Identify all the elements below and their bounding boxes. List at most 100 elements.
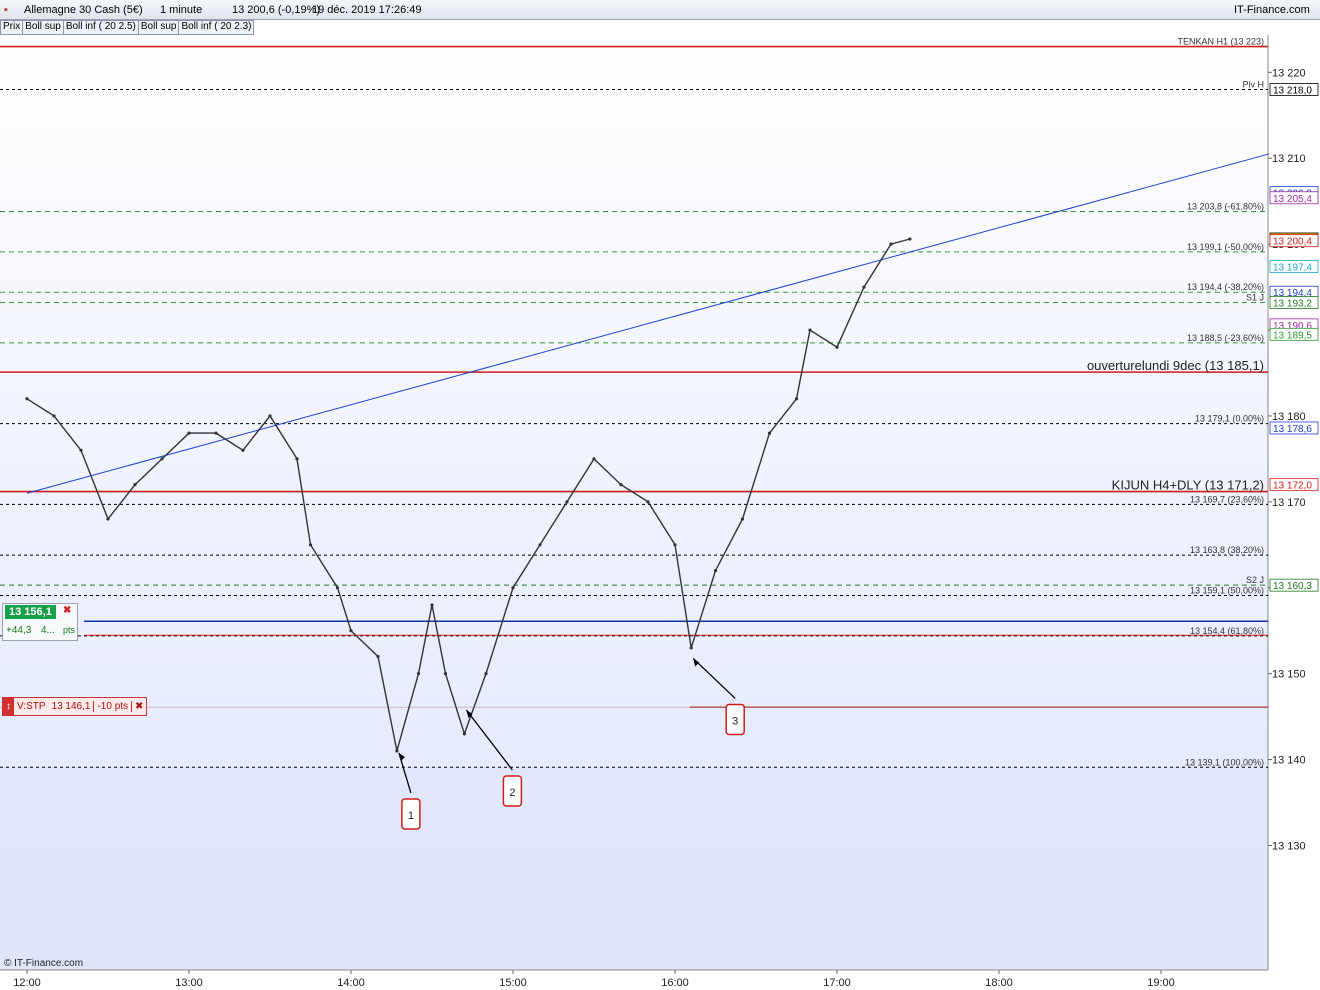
price-point bbox=[430, 603, 434, 607]
footer-copyright: © IT-Finance.com bbox=[4, 958, 84, 969]
brand-label: IT-Finance.com bbox=[1234, 4, 1310, 16]
level-label: 13 179,1 (0,00%) bbox=[1195, 414, 1264, 424]
price-point bbox=[646, 500, 650, 504]
close-position-icon[interactable]: ✖ bbox=[63, 605, 71, 616]
indicator-tab[interactable]: Boll inf ( 20 2.3) bbox=[178, 20, 255, 35]
price-point bbox=[268, 414, 272, 418]
price-point bbox=[335, 586, 340, 590]
x-tick-label: 16:00 bbox=[661, 977, 689, 989]
price-point bbox=[106, 517, 110, 521]
price-tag-label: 13 189,5 bbox=[1273, 330, 1312, 341]
price-point bbox=[376, 654, 380, 659]
lower-zone bbox=[0, 767, 1268, 970]
level-label: 13 163,8 (38,20%) bbox=[1190, 545, 1264, 555]
x-tick-label: 12:00 bbox=[13, 977, 41, 989]
price-point bbox=[511, 586, 515, 590]
price-point bbox=[79, 448, 83, 452]
price-point bbox=[538, 543, 542, 547]
price-point bbox=[740, 517, 745, 521]
price-point bbox=[767, 431, 772, 435]
price-tag-label: 13 205,4 bbox=[1273, 194, 1312, 205]
price-point bbox=[133, 483, 137, 487]
y-tick-label: 13 170 bbox=[1272, 497, 1306, 509]
price-point bbox=[565, 500, 569, 504]
price-point bbox=[592, 457, 596, 461]
price-tag-label: 13 197,4 bbox=[1273, 262, 1312, 273]
level-label: S1 J bbox=[1246, 293, 1264, 303]
y-tick-label: 13 180 bbox=[1272, 411, 1306, 423]
price-point bbox=[862, 285, 866, 289]
price-point bbox=[908, 237, 912, 241]
level-label: KIJUN H4+DLY (13 171,2) bbox=[1112, 478, 1264, 493]
indicator-bar: Prix Boll sup Boll inf ( 20 2.5) Boll su… bbox=[0, 20, 255, 35]
price-point bbox=[25, 397, 29, 401]
drag-handle-icon[interactable]: ↕ bbox=[3, 698, 14, 715]
price-point bbox=[619, 483, 623, 487]
price-point bbox=[214, 431, 218, 435]
x-tick-label: 19:00 bbox=[1147, 977, 1175, 989]
stop-price: 13 146,1 bbox=[51, 701, 91, 712]
price-point bbox=[673, 543, 677, 547]
price-point bbox=[416, 672, 421, 676]
stop-label: V:STP bbox=[17, 701, 46, 712]
price-point bbox=[835, 345, 839, 349]
price-tag-label: 13 200,4 bbox=[1273, 237, 1312, 248]
y-tick-label: 13 130 bbox=[1272, 840, 1306, 852]
level-label: S2 J bbox=[1246, 575, 1264, 585]
price-point bbox=[395, 749, 399, 753]
price-point bbox=[308, 543, 313, 547]
position-unit: pts bbox=[63, 625, 76, 635]
price-point bbox=[160, 457, 164, 461]
level-label: ouverturelundi 9dec (13 185,1) bbox=[1087, 358, 1264, 373]
indicator-tab[interactable]: Boll sup bbox=[22, 20, 64, 35]
x-tick-label: 13:00 bbox=[175, 977, 203, 989]
indicator-tab[interactable]: Boll inf ( 20 2.5) bbox=[62, 20, 139, 35]
last-quote: 13 200,6 (-0,19%) bbox=[232, 4, 321, 16]
price-point bbox=[349, 629, 353, 633]
price-point bbox=[443, 672, 448, 676]
stop-distance: -10 pts bbox=[93, 701, 131, 712]
position-gain: +44,3 bbox=[6, 625, 32, 636]
price-point bbox=[484, 672, 488, 676]
price-point bbox=[794, 397, 799, 401]
indicator-tab[interactable]: Prix bbox=[0, 20, 24, 35]
level-label: 13 188,5 (-23,60%) bbox=[1187, 333, 1264, 343]
quote-datetime: 19 déc. 2019 17:26:49 bbox=[312, 4, 422, 16]
price-tag-label: 13 218,0 bbox=[1273, 86, 1312, 97]
price-tag-label: 13 178,6 bbox=[1273, 424, 1312, 435]
app-icon: ▪ bbox=[4, 4, 8, 16]
position-panel[interactable]: 13 156,1 ✖ +44,3 4... pts bbox=[2, 603, 78, 641]
price-point bbox=[52, 414, 56, 418]
price-point bbox=[808, 328, 812, 332]
close-stop-icon[interactable]: ✖ bbox=[131, 701, 146, 712]
level-label: 13 139,1 (100,00%) bbox=[1185, 757, 1264, 767]
level-label: 13 203,8 (-61,80%) bbox=[1187, 201, 1264, 211]
level-label: TENKAN H1 (13 223) bbox=[1177, 37, 1264, 47]
annotation-label: 1 bbox=[408, 810, 414, 822]
price-point bbox=[187, 431, 191, 435]
x-tick-label: 17:00 bbox=[823, 977, 851, 989]
price-point bbox=[462, 732, 466, 736]
x-tick-label: 15:00 bbox=[499, 977, 527, 989]
level-label: Piv H bbox=[1242, 80, 1264, 90]
annotation-label: 3 bbox=[732, 715, 738, 727]
level-label: 13 194,4 (-38,20%) bbox=[1187, 282, 1264, 292]
level-label: 13 154,4 (61,80%) bbox=[1190, 626, 1264, 636]
instrument-name: Allemagne 30 Cash (5€) bbox=[24, 4, 143, 16]
price-tag-label: 13 193,2 bbox=[1273, 299, 1312, 310]
y-tick-label: 13 220 bbox=[1272, 67, 1306, 79]
indicator-tab[interactable]: Boll sup bbox=[137, 20, 180, 35]
y-tick-label: 13 150 bbox=[1272, 669, 1306, 681]
price-point bbox=[241, 448, 245, 452]
level-label: 13 199,1 (-50,00%) bbox=[1187, 242, 1264, 252]
price-point bbox=[713, 568, 718, 573]
x-tick-label: 14:00 bbox=[337, 977, 365, 989]
interval-label: 1 minute bbox=[160, 4, 203, 16]
position-qty: 4... bbox=[41, 625, 55, 636]
price-chart[interactable]: 12:00 13:00 14:00 15:00 16:00 17:00 18:00 19:00… bbox=[0, 35, 1320, 990]
price-point bbox=[689, 646, 693, 650]
price-point bbox=[889, 242, 893, 246]
window-title-bar: ▪ Allemagne 30 Cash (5€) 1 minute 13 200… bbox=[0, 0, 1320, 20]
stop-order-panel[interactable]: ↕ V:STP 13 146,1 -10 pts ✖ bbox=[2, 697, 148, 716]
price-tag-label: 13 172,0 bbox=[1273, 481, 1312, 492]
